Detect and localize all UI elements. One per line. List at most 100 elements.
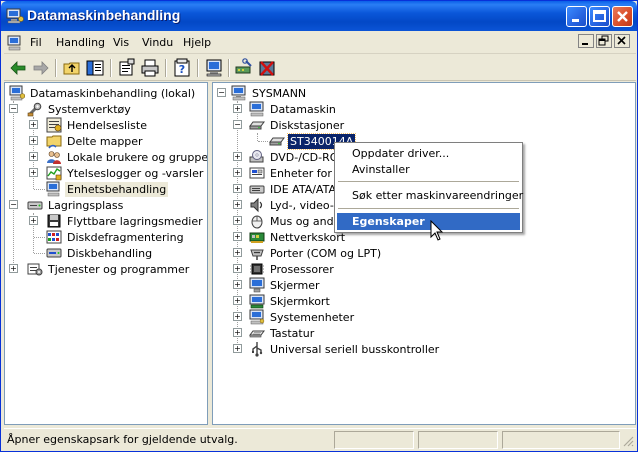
menu-action[interactable]: Handling: [56, 36, 105, 49]
expand-toggle[interactable]: +: [29, 120, 38, 129]
expand-toggle[interactable]: +: [233, 152, 242, 161]
expand-toggle[interactable]: +: [29, 216, 38, 225]
tree-item-storage[interactable]: Lagringsplass: [27, 197, 125, 213]
expand-toggle[interactable]: +: [233, 248, 242, 257]
computer-icon[interactable]: [204, 58, 224, 78]
tree-item-sound-video[interactable]: Lyd-, video- o: [249, 197, 346, 213]
tree-item-ports[interactable]: Porter (COM og LPT): [249, 245, 383, 261]
expand-toggle[interactable]: +: [29, 152, 38, 161]
tree-label: Datamaskinbehandling (lokal): [30, 86, 196, 100]
tree-item-disk-drives[interactable]: Diskstasjoner: [249, 117, 346, 133]
tree-item-disk-management[interactable]: Diskbehandling: [46, 245, 154, 261]
collapse-toggle[interactable]: −: [217, 88, 226, 97]
tree-label: Skjermkort: [270, 294, 330, 308]
minimize-button[interactable]: [566, 6, 587, 27]
console-tree-pane[interactable]: Datamaskinbehandling (lokal) − Systemver…: [4, 82, 208, 425]
expand-toggle[interactable]: +: [233, 200, 242, 209]
tree-item-services-applications[interactable]: Tjenester og programmer: [27, 261, 191, 277]
tree-item-ide-ata[interactable]: IDE ATA/ATA: [249, 181, 338, 197]
context-separator: [338, 208, 519, 209]
storage-controller-icon: [249, 167, 265, 179]
tree-item-network-cards[interactable]: Nettverkskort: [249, 229, 347, 245]
properties-icon[interactable]: [117, 58, 137, 78]
tree-label: Delte mapper: [67, 134, 143, 148]
tree-item-monitors[interactable]: Skjermer: [249, 277, 322, 293]
expand-toggle[interactable]: +: [233, 168, 242, 177]
up-folder-icon[interactable]: [62, 58, 82, 78]
mouse-icon: [251, 215, 263, 229]
tree-item-system-devices[interactable]: Systemenheter: [249, 309, 356, 325]
tree-label: Prosessorer: [270, 262, 334, 276]
status-text: Åpner egenskapsark for gjeldende utvalg.: [7, 433, 238, 446]
collapse-toggle[interactable]: −: [9, 200, 18, 209]
expand-toggle[interactable]: +: [9, 264, 18, 273]
defragmenter-icon: [46, 230, 62, 244]
keyboard-icon: [249, 330, 265, 338]
toolbar-separator: [228, 59, 230, 77]
tree-item-usb-controllers[interactable]: Universal seriell busskontroller: [249, 341, 441, 357]
expand-toggle[interactable]: +: [29, 168, 38, 177]
tree-item-device-manager[interactable]: Enhetsbehandling: [46, 181, 169, 197]
tree-item-sysmann[interactable]: SYSMANN: [231, 85, 308, 101]
status-bar: Åpner egenskapsark for gjeldende utvalg.: [4, 428, 636, 450]
title-bar[interactable]: Datamaskinbehandling: [1, 1, 637, 31]
mdi-restore-button[interactable]: [596, 34, 612, 48]
expand-toggle[interactable]: +: [233, 264, 242, 273]
expand-toggle[interactable]: +: [233, 328, 242, 337]
tree-label: Lagringsplass: [48, 198, 124, 212]
device-tree-pane[interactable]: − SYSMANN + Datamaskin − Diskstasjoner ST340…: [212, 82, 636, 425]
expand-toggle[interactable]: +: [233, 312, 242, 321]
mdi-minimize-button[interactable]: [578, 34, 594, 48]
context-item-update-driver[interactable]: Oppdater driver...: [337, 145, 520, 162]
maximize-button[interactable]: [589, 6, 610, 27]
expand-toggle[interactable]: +: [233, 216, 242, 225]
tree-label: IDE ATA/ATA: [270, 182, 336, 196]
collapse-toggle[interactable]: −: [233, 120, 242, 129]
show-hide-tree-icon[interactable]: [85, 58, 105, 78]
tree-label: Tjenester og programmer: [48, 262, 190, 276]
expand-toggle[interactable]: +: [233, 296, 242, 305]
tree-item-display-adapters[interactable]: Skjermkort: [249, 293, 332, 309]
tree-item-mouse[interactable]: Mus og andre: [249, 213, 347, 229]
tree-item-removable-storage[interactable]: Flyttbare lagringsmedier: [46, 213, 205, 229]
tree-item-system-tools[interactable]: Systemverktøy: [27, 101, 133, 117]
expand-toggle[interactable]: +: [29, 136, 38, 145]
tree-item-performance-logs[interactable]: Ytelseslogger og -varsler: [46, 165, 205, 181]
tree-item-computer[interactable]: Datamaskin: [249, 101, 338, 117]
menu-file[interactable]: Fil: [30, 36, 42, 49]
expand-toggle[interactable]: +: [233, 104, 242, 113]
maximize-icon: [593, 10, 606, 22]
expand-toggle[interactable]: +: [233, 184, 242, 193]
collapse-toggle[interactable]: −: [9, 104, 18, 113]
tree-label: SYSMANN: [252, 86, 307, 100]
uninstall-icon[interactable]: [257, 58, 277, 78]
tree-item-local-users[interactable]: Lokale brukere og grupper: [46, 149, 207, 165]
menu-window[interactable]: Vindu: [142, 36, 173, 49]
back-icon[interactable]: [8, 58, 28, 78]
menu-view[interactable]: Vis: [113, 36, 129, 49]
help-icon[interactable]: ?: [172, 58, 192, 78]
expand-toggle[interactable]: +: [233, 232, 242, 241]
tree-item-computer-management[interactable]: Datamaskinbehandling (lokal): [9, 85, 197, 101]
print-icon[interactable]: [140, 58, 160, 78]
tree-item-processors[interactable]: Prosessorer: [249, 261, 336, 277]
mdi-close-button[interactable]: [614, 34, 630, 48]
expand-toggle[interactable]: +: [233, 344, 242, 353]
context-item-scan-hardware[interactable]: Søk etter maskinvareendringer: [337, 187, 523, 204]
tree-item-disk-defragmenter[interactable]: Diskdefragmentering: [46, 229, 186, 245]
context-item-properties[interactable]: Egenskaper: [337, 213, 520, 230]
forward-icon[interactable]: [31, 58, 51, 78]
processor-icon: [250, 263, 264, 275]
document-window-icon[interactable]: [6, 35, 24, 51]
tree-item-event-viewer[interactable]: Hendelsesliste: [46, 117, 149, 133]
context-item-uninstall[interactable]: Avinstaller: [337, 161, 520, 178]
tree-item-shared-folders[interactable]: Delte mapper: [46, 133, 145, 149]
tree-label: Diskdefragmentering: [67, 230, 184, 244]
expand-toggle[interactable]: +: [233, 280, 242, 289]
close-button[interactable]: [612, 6, 633, 27]
tree-label: Enhetsbehandling: [65, 181, 169, 197]
menu-help[interactable]: Hjelp: [183, 36, 211, 49]
tree-item-keyboard[interactable]: Tastatur: [249, 325, 316, 341]
resize-grip-icon[interactable]: [622, 435, 634, 447]
scan-hardware-icon[interactable]: [234, 58, 254, 78]
